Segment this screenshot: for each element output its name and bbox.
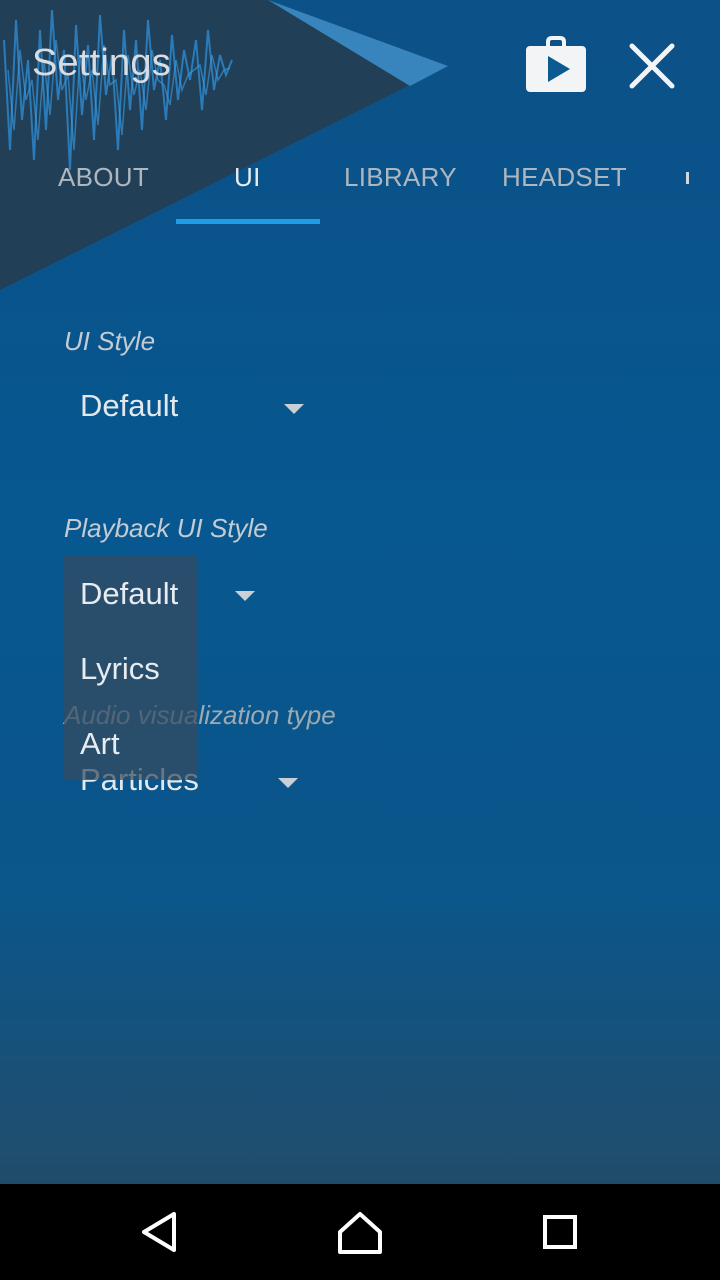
active-tab-indicator bbox=[176, 219, 320, 224]
play-store-button[interactable] bbox=[524, 32, 588, 94]
dropdown-option-default[interactable]: Default bbox=[80, 576, 178, 612]
settings-header: Settings ABOUT UI LIBRARY HEADSET bbox=[0, 0, 720, 240]
tab-about[interactable]: ABOUT bbox=[58, 162, 149, 193]
page-title: Settings bbox=[32, 42, 171, 84]
chevron-down-icon bbox=[235, 591, 255, 601]
tab-headset[interactable]: HEADSET bbox=[502, 162, 627, 193]
tab-bar: ABOUT UI LIBRARY HEADSET bbox=[0, 150, 720, 226]
close-button[interactable] bbox=[626, 40, 678, 92]
chevron-down-icon bbox=[278, 778, 298, 788]
dropdown-option-lyrics[interactable]: Lyrics bbox=[80, 651, 160, 687]
recents-button[interactable] bbox=[530, 1202, 590, 1262]
back-button[interactable] bbox=[130, 1202, 190, 1262]
ui-style-value: Default bbox=[80, 388, 179, 423]
home-button[interactable] bbox=[330, 1202, 390, 1262]
play-store-bag-icon bbox=[526, 36, 586, 92]
recents-icon bbox=[543, 1215, 577, 1249]
ui-style-spinner[interactable]: Default bbox=[64, 378, 314, 438]
system-navigation-bar bbox=[0, 1184, 720, 1280]
tab-library[interactable]: LIBRARY bbox=[344, 162, 457, 193]
playback-ui-style-label: Playback UI Style bbox=[64, 513, 268, 543]
playback-ui-style-dropdown: Default Lyrics Art bbox=[64, 556, 198, 780]
back-icon bbox=[142, 1212, 176, 1252]
tab-overflow-hint bbox=[686, 172, 689, 184]
home-icon bbox=[338, 1212, 382, 1254]
chevron-down-icon bbox=[284, 404, 304, 414]
tab-ui[interactable]: UI bbox=[234, 162, 261, 193]
ui-style-label: UI Style bbox=[64, 326, 156, 356]
close-icon bbox=[629, 43, 675, 89]
dropdown-option-art[interactable]: Art bbox=[80, 726, 120, 762]
